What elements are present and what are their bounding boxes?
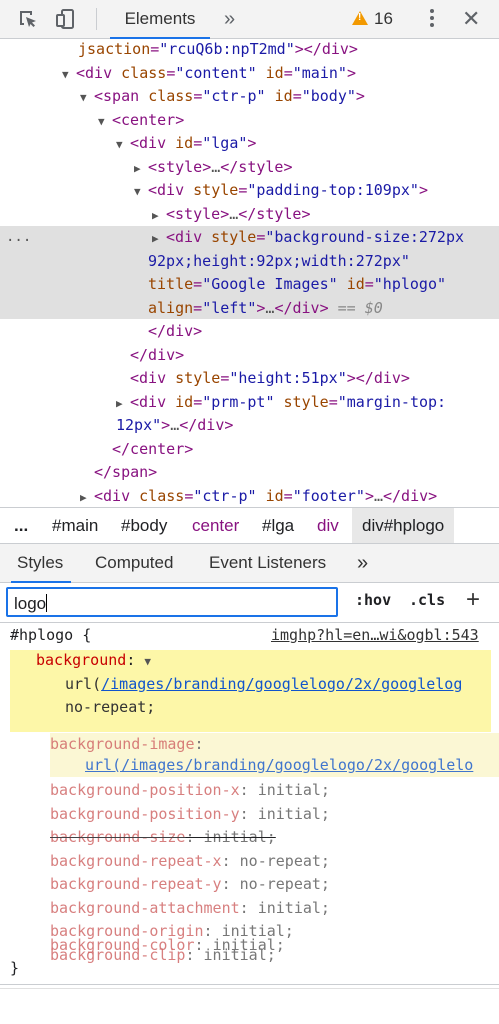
dom-node-selected-cont: 92px;height:92px;width:272px" xyxy=(148,251,410,270)
dom-node[interactable]: ▼ <div style="padding-top:109px"> xyxy=(134,179,499,204)
inspect-element-icon[interactable] xyxy=(16,7,40,31)
breadcrumb-item[interactable]: div xyxy=(317,508,339,544)
dom-node[interactable]: </span> xyxy=(94,461,499,485)
breadcrumb: ... #main #body center #lga div div#hplo… xyxy=(0,507,499,544)
toolbar-divider xyxy=(96,8,97,30)
longhand-property[interactable]: background-image: xyxy=(50,733,204,757)
dom-node-cont: 12px">…</div> xyxy=(116,416,234,434)
property-background[interactable]: background: ▼ xyxy=(36,649,151,674)
dom-node[interactable]: </center> xyxy=(112,438,499,462)
more-tabs-button[interactable]: » xyxy=(224,0,235,38)
property-value-line: url(/images/branding/googlelogo/2x/googl… xyxy=(65,674,463,693)
dom-node[interactable]: ▶ <div class="ctr-p" id="footer">…</div> xyxy=(80,485,499,507)
customize-menu-icon[interactable] xyxy=(430,9,434,30)
warning-icon xyxy=(352,11,368,25)
rule-source-link[interactable]: imghp?hl=en…wi&ogbl:543 xyxy=(271,624,479,648)
warnings-badge[interactable]: 16 xyxy=(352,0,393,38)
longhand-property[interactable]: background-position-y: initial; xyxy=(50,803,330,827)
dom-node[interactable]: ▼ <div class="content" id="main"> xyxy=(62,62,499,87)
dom-node-selected-cont: title="Google Images" id="hplogo" xyxy=(148,275,447,293)
new-style-rule-button[interactable]: + xyxy=(466,586,480,614)
tab-computed[interactable]: Computed xyxy=(95,544,173,582)
tab-styles[interactable]: Styles xyxy=(10,544,72,583)
sidebar-tabs: Styles Computed Event Listeners » xyxy=(0,543,499,583)
collapsed-triangle-icon[interactable]: ▶ xyxy=(116,392,130,416)
dom-node[interactable]: ▶ <div id="prm-pt" style="margin-top: xyxy=(116,391,499,416)
longhand-property[interactable]: background-position-x: initial; xyxy=(50,779,330,803)
devtools-toolbar: Elements » 16 ✕ xyxy=(0,0,499,39)
breadcrumb-item[interactable]: #main xyxy=(52,508,98,544)
breadcrumb-item[interactable]: #lga xyxy=(262,508,294,544)
collapsed-triangle-icon[interactable]: ▶ xyxy=(80,486,94,507)
breadcrumb-item[interactable]: #body xyxy=(121,508,167,544)
close-devtools-button[interactable]: ✕ xyxy=(462,0,480,38)
property-value-line: no-repeat; xyxy=(65,698,156,716)
background-url-link[interactable]: /images/branding/googlelogo/2x/googlelog xyxy=(101,675,462,693)
tab-elements[interactable]: Elements xyxy=(110,0,210,39)
more-sidebar-tabs-button[interactable]: » xyxy=(357,544,368,582)
dom-node[interactable]: </div> xyxy=(148,320,499,344)
console-reference: == $0 xyxy=(337,298,383,317)
tab-event-listeners[interactable]: Event Listeners xyxy=(209,544,326,582)
expand-shorthand-icon[interactable]: ▼ xyxy=(144,655,151,668)
rule-selector-line: #hplogo { xyxy=(10,626,92,644)
longhand-property[interactable]: background-color: initial; xyxy=(50,934,285,958)
breadcrumb-item[interactable]: center xyxy=(192,508,239,544)
rule-close-brace: } xyxy=(10,959,20,977)
expanded-triangle-icon[interactable]: ▼ xyxy=(98,110,112,134)
text-cursor xyxy=(46,594,48,612)
dom-node[interactable]: ▼ <center> xyxy=(98,109,499,134)
expanded-triangle-icon[interactable]: ▼ xyxy=(116,133,130,157)
longhand-value: url(/images/branding/googlelogo/2x/googl… xyxy=(85,756,474,774)
divider xyxy=(0,622,499,623)
styles-filter-input[interactable]: logo xyxy=(6,587,338,617)
style-rule: #hplogo { imghp?hl=en…wi&ogbl:543 backgr… xyxy=(0,624,499,984)
dom-node[interactable]: </div> xyxy=(130,344,499,368)
dom-node[interactable]: ▼ <div id="lga"> xyxy=(116,132,499,157)
collapsed-triangle-icon[interactable]: ▶ xyxy=(152,204,166,228)
longhand-property[interactable]: background-repeat-y: no-repeat; xyxy=(50,873,330,897)
divider xyxy=(0,984,499,985)
collapsed-triangle-icon[interactable]: ▶ xyxy=(134,157,148,181)
rule-selector[interactable]: #hplogo xyxy=(10,626,73,644)
divider xyxy=(0,988,499,989)
dom-tree: ... jsaction="rcuQ6b:npT2md"></div> ▼ <di… xyxy=(0,38,499,506)
longhand-property[interactable]: background-repeat-x: no-repeat; xyxy=(50,850,330,874)
dom-node-selected[interactable]: ▶ <div style="background-size:272px xyxy=(152,226,499,251)
collapsed-triangle-icon[interactable]: ▶ xyxy=(152,227,166,251)
expanded-triangle-icon[interactable]: ▼ xyxy=(80,86,94,110)
hover-state-toggle[interactable]: :hov xyxy=(355,591,391,609)
class-toggle[interactable]: .cls xyxy=(409,591,445,609)
expanded-triangle-icon[interactable]: ▼ xyxy=(62,63,76,87)
dom-node[interactable]: <div style="height:51px"></div> xyxy=(130,367,499,391)
expanded-triangle-icon[interactable]: ▼ xyxy=(134,180,148,204)
node-actions-ellipsis[interactable]: ... xyxy=(6,229,31,245)
warnings-count: 16 xyxy=(374,9,393,28)
longhand-property-overridden[interactable]: background-size: initial; xyxy=(50,826,276,850)
dom-node[interactable]: ▼ <span class="ctr-p" id="body"> xyxy=(80,85,499,110)
longhand-property[interactable]: background-attachment: initial; xyxy=(50,897,330,921)
dom-node[interactable]: ▶ <style>…</style> xyxy=(152,203,499,228)
dom-node[interactable]: jsaction="rcuQ6b:npT2md"></div> xyxy=(78,38,499,62)
breadcrumb-more[interactable]: ... xyxy=(14,508,28,544)
device-toolbar-icon[interactable] xyxy=(54,7,78,31)
breadcrumb-item-selected[interactable]: div#hplogo xyxy=(352,508,455,544)
dom-node-selected-cont: align="left">…</div> == $0 xyxy=(148,298,383,317)
dom-node[interactable]: ▶ <style>…</style> xyxy=(134,156,499,181)
